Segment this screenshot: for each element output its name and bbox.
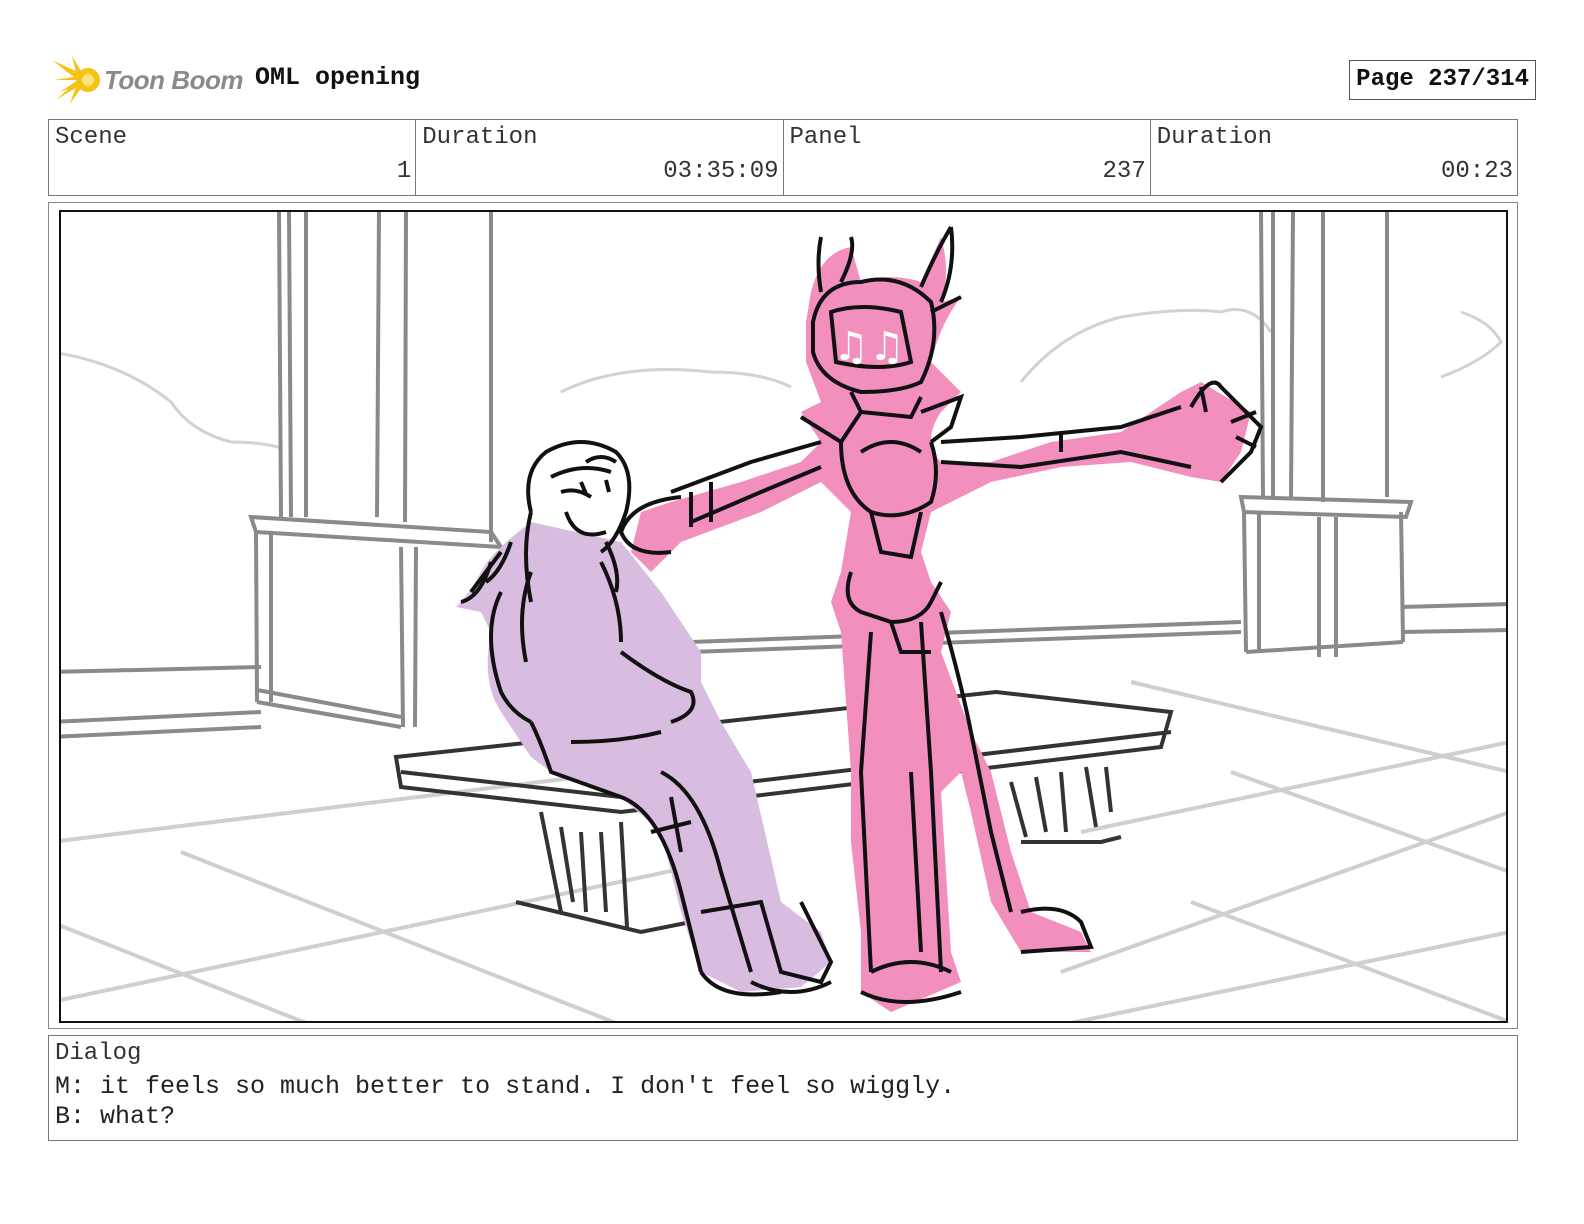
panel-duration-cell: Duration 00:23 <box>1151 120 1517 195</box>
storyboard-header: Toon Boom OML opening Page 237/314 <box>52 52 1536 110</box>
dialog-line-1: M: it feels so much better to stand. I d… <box>55 1072 956 1101</box>
project-title: OML opening <box>255 63 421 92</box>
dialog-box: Dialog M: it feels so much better to sta… <box>48 1035 1518 1141</box>
page-number: Page 237/314 <box>1349 60 1536 100</box>
panel-cell: Panel 237 <box>784 120 1151 195</box>
brand-name: Toon Boom <box>104 65 243 95</box>
scene-duration-label: Duration <box>422 124 538 151</box>
music-note-icon: ♫♫ <box>833 324 905 370</box>
starburst-icon <box>52 56 100 104</box>
dialog-line-2: B: what? <box>55 1102 176 1131</box>
scene-value: 1 <box>396 158 412 185</box>
clouds <box>61 308 1503 450</box>
scene-label: Scene <box>55 124 128 151</box>
panel-duration-label: Duration <box>1156 124 1272 151</box>
scene-duration-cell: Duration 03:35:09 <box>416 120 784 195</box>
panel-duration-value: 00:23 <box>1440 158 1513 185</box>
panel-value: 237 <box>1102 158 1146 185</box>
sketch-illustration: ♫♫ <box>61 212 1506 1021</box>
storyboard-drawing: ♫♫ <box>59 210 1508 1023</box>
dialog-label: Dialog <box>55 1040 142 1067</box>
scene-cell: Scene 1 <box>49 120 417 195</box>
toon-boom-logo: Toon Boom <box>52 54 247 106</box>
panel-label: Panel <box>789 124 862 151</box>
scene-duration-value: 03:35:09 <box>663 158 779 185</box>
panel-frame: ♫♫ <box>48 202 1518 1029</box>
svg-text:♫♫: ♫♫ <box>833 324 905 370</box>
panel-info-table: Scene 1 Duration 03:35:09 Panel 237 Dura… <box>48 119 1518 196</box>
